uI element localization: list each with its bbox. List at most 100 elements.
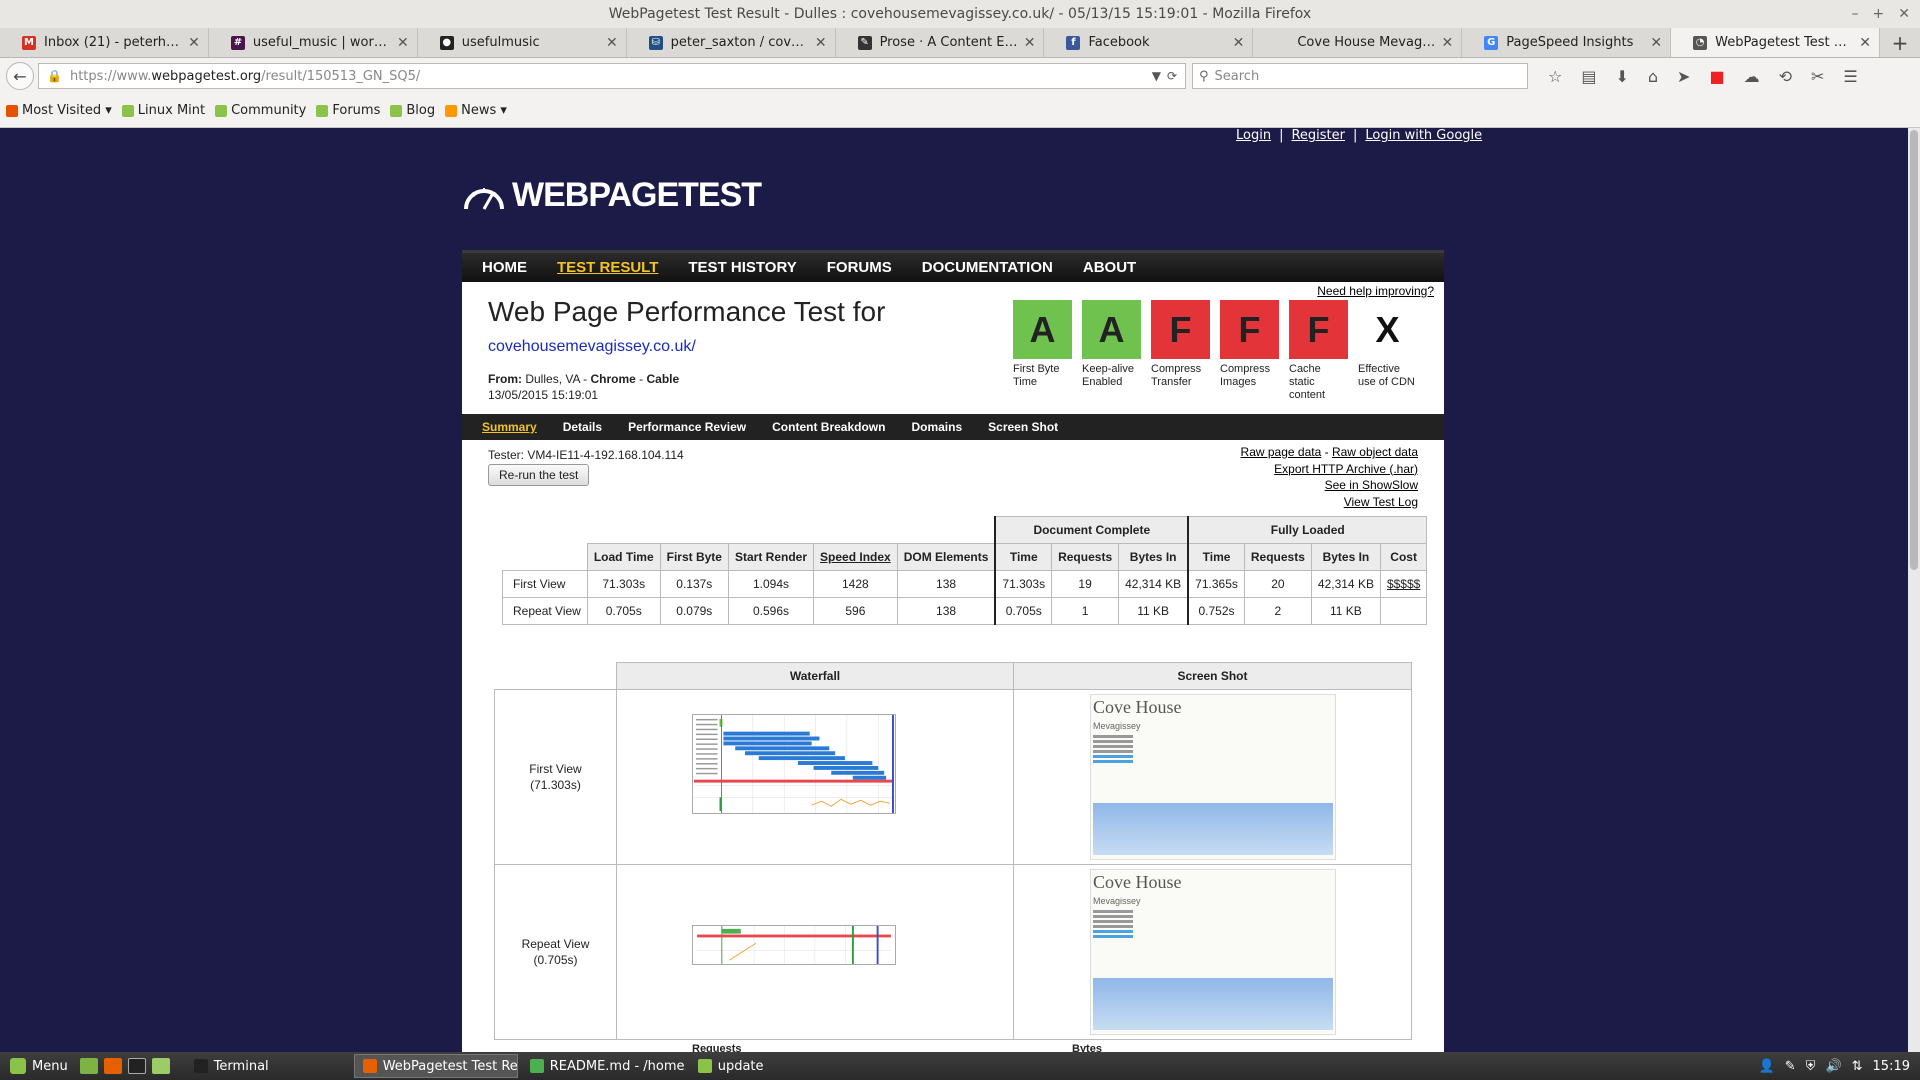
nav-item[interactable]: DOCUMENTATION <box>922 259 1053 276</box>
start-menu-button[interactable]: Menu <box>0 1058 80 1074</box>
nav-item[interactable]: HOME <box>482 259 527 276</box>
need-help-link[interactable]: Need help improving? <box>1317 284 1434 298</box>
user-icon[interactable]: 👤 <box>1759 1059 1775 1074</box>
table-cell: 1 <box>1051 597 1120 625</box>
browser-tab[interactable]: ● usefulmusic ✕ <box>418 28 627 57</box>
taskbar-window[interactable]: README.md - /home... <box>522 1054 686 1078</box>
bookmark-star-icon[interactable]: ☆ <box>1548 67 1562 86</box>
pen-icon[interactable]: ✎ <box>1785 1059 1796 1074</box>
browser-tab[interactable]: ⛁ peter_saxton / covehous... ✕ <box>627 28 836 57</box>
bookmark-item[interactable]: Community <box>215 103 306 118</box>
repeat-view-screenshot[interactable]: Cove House Mevagissey <box>1090 869 1336 1035</box>
bookmark-item[interactable]: Most Visited ▾ <box>6 103 112 118</box>
shield-icon[interactable]: ⛨ <box>1806 1059 1816 1074</box>
subnav-item[interactable]: Screen Shot <box>988 420 1058 434</box>
url-bar[interactable]: 🔒 https://www.webpagetest.org/result/150… <box>38 63 1186 89</box>
export-har-link[interactable]: Export HTTP Archive (.har) <box>1274 462 1418 476</box>
raw-page-data-link[interactable]: Raw page data <box>1241 445 1322 459</box>
column-header: First Byte <box>659 543 729 571</box>
subnav-item[interactable]: Summary <box>482 420 537 434</box>
grade-item[interactable]: A Keep-alive Enabled <box>1082 300 1141 402</box>
login-link[interactable]: Login <box>1236 128 1271 143</box>
subnav-item[interactable]: Performance Review <box>628 420 746 434</box>
close-tab-icon[interactable]: ✕ <box>188 35 200 51</box>
clock[interactable]: 15:19 <box>1873 1059 1910 1074</box>
nav-item[interactable]: ABOUT <box>1083 259 1136 276</box>
chat-icon[interactable]: ☁ <box>1744 67 1760 86</box>
table-cell[interactable]: $$$$$ <box>1379 570 1428 598</box>
close-tab-icon[interactable]: ✕ <box>1024 35 1036 51</box>
test-log-link[interactable]: View Test Log <box>1344 495 1418 509</box>
close-tab-icon[interactable]: ✕ <box>1650 35 1662 51</box>
close-tab-icon[interactable]: ✕ <box>815 35 827 51</box>
back-button[interactable]: ← <box>6 62 34 90</box>
menu-hamburger-icon[interactable]: ☰ <box>1843 67 1857 86</box>
reading-list-icon[interactable]: ▤ <box>1581 67 1596 86</box>
terminal-launcher-icon[interactable] <box>127 1058 146 1074</box>
bookmark-icon <box>121 104 134 117</box>
browser-tab[interactable]: f Facebook ✕ <box>1044 28 1254 57</box>
firefox-launcher-icon[interactable] <box>103 1058 122 1074</box>
browser-tab[interactable]: ◔ WebPagetest Test Result... ✕ <box>1671 28 1881 57</box>
browser-tab[interactable]: ✎ Prose · A Content Editor ... ✕ <box>836 28 1045 57</box>
home-icon[interactable]: ⌂ <box>1648 67 1658 86</box>
maximize-icon[interactable]: + <box>1873 0 1885 28</box>
page-scrollbar[interactable] <box>1908 128 1920 1052</box>
showslow-link[interactable]: See in ShowSlow <box>1325 478 1418 492</box>
subnav-item[interactable]: Details <box>563 420 602 434</box>
taskbar-window[interactable]: update <box>690 1054 854 1078</box>
column-header[interactable]: Speed Index <box>813 543 898 571</box>
browser-tab[interactable]: G PageSpeed Insights ✕ <box>1462 28 1672 57</box>
network-icon[interactable]: ⇅ <box>1852 1059 1863 1074</box>
repeat-view-waterfall[interactable] <box>692 925 896 965</box>
register-link[interactable]: Register <box>1291 128 1345 143</box>
subnav-item[interactable]: Content Breakdown <box>772 420 885 434</box>
extension-icon[interactable]: ■ <box>1709 67 1724 86</box>
browser-tab[interactable]: M Inbox (21) - peterhsaxto... ✕ <box>0 28 209 57</box>
developer-icon[interactable]: ✂ <box>1811 67 1824 86</box>
grade-item[interactable]: F Compress Images <box>1220 300 1279 402</box>
subnav-item[interactable]: Domains <box>911 420 962 434</box>
first-view-screenshot[interactable]: Cove House Mevagissey <box>1090 694 1336 860</box>
bookmark-item[interactable]: News ▾ <box>445 103 507 118</box>
browser-tab[interactable]: # useful_music | worksho... ✕ <box>209 28 418 57</box>
bookmark-item[interactable]: Forums <box>316 103 380 118</box>
bookmark-item[interactable]: Blog <box>390 103 435 118</box>
volume-icon[interactable]: 🔊 <box>1825 1059 1841 1074</box>
files-launcher-icon[interactable] <box>151 1058 170 1074</box>
raw-object-data-link[interactable]: Raw object data <box>1332 445 1418 459</box>
show-desktop-icon[interactable] <box>79 1058 98 1074</box>
grade-label: Compress Images <box>1220 363 1271 388</box>
grade-item[interactable]: X Effective use of CDN <box>1358 300 1417 402</box>
close-tab-icon[interactable]: ✕ <box>1442 35 1454 51</box>
taskbar-window[interactable]: Terminal <box>186 1054 350 1078</box>
scrollbar-thumb[interactable] <box>1910 130 1918 570</box>
login-google-link[interactable]: Login with Google <box>1365 128 1482 143</box>
grade-item[interactable]: F Compress Transfer <box>1151 300 1210 402</box>
bookmark-item[interactable]: Linux Mint <box>121 103 205 118</box>
downloads-icon[interactable]: ⬇ <box>1615 67 1628 86</box>
webpagetest-logo[interactable]: WEBPAGETEST <box>462 176 762 215</box>
minimize-icon[interactable]: – <box>1852 0 1859 28</box>
tested-url[interactable]: covehousemevagissey.co.uk/ <box>488 338 696 356</box>
browser-tab[interactable]: Cove House Mevagissey ✕ <box>1253 28 1463 57</box>
rerun-button[interactable]: Re-run the test <box>488 464 590 486</box>
close-tab-icon[interactable]: ✕ <box>397 35 409 51</box>
close-window-icon[interactable]: ✕ <box>1898 0 1910 28</box>
nav-item[interactable]: FORUMS <box>827 259 892 276</box>
new-tab-button[interactable]: + <box>1880 28 1920 57</box>
search-bar[interactable]: ⚲ Search <box>1192 63 1528 89</box>
close-tab-icon[interactable]: ✕ <box>606 35 618 51</box>
nav-item[interactable]: TEST RESULT <box>557 259 658 276</box>
close-tab-icon[interactable]: ✕ <box>1859 35 1871 51</box>
first-view-waterfall[interactable] <box>692 714 896 814</box>
grade-item[interactable]: F Cache static content <box>1289 300 1348 402</box>
nav-item[interactable]: TEST HISTORY <box>688 259 796 276</box>
reload-icon[interactable]: ⟳ <box>1167 69 1177 83</box>
grade-item[interactable]: A First Byte Time <box>1013 300 1072 402</box>
sync-icon[interactable]: ⟲ <box>1779 67 1792 86</box>
taskbar-window[interactable]: WebPagetest Test Re... <box>353 1054 518 1078</box>
url-dropdown-icon[interactable]: ▼ <box>1152 69 1161 83</box>
close-tab-icon[interactable]: ✕ <box>1233 35 1245 51</box>
send-icon[interactable]: ➤ <box>1677 67 1690 86</box>
